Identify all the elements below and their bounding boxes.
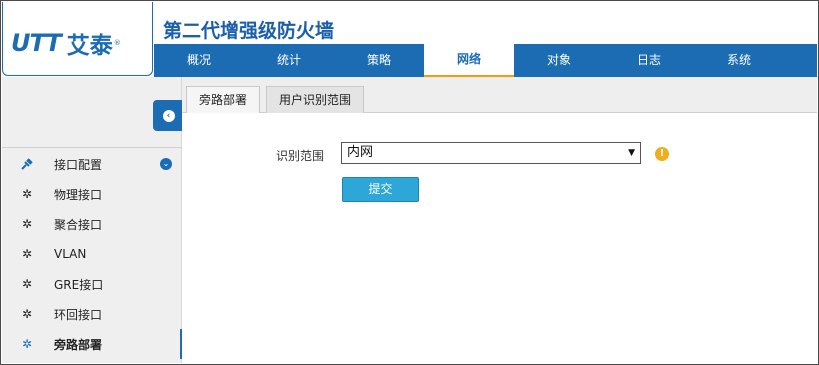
logo-cn: 艾泰 (66, 33, 113, 59)
sidebar-item-vlan[interactable]: ✲ VLAN (2, 239, 182, 269)
sidebar-item-physical-interface[interactable]: ✲ 物理接口 (2, 179, 182, 209)
logo-latin: UTT (11, 29, 62, 57)
sidebar-divider (2, 147, 182, 148)
gear-icon: ✲ (21, 217, 33, 231)
nav-network[interactable]: 网络 (424, 44, 514, 77)
tab-bypass-deployment[interactable]: 旁路部署 (186, 86, 261, 114)
nav-logs[interactable]: 日志 (604, 44, 694, 77)
sidebar-item-bypass-deployment[interactable]: ✲ 旁路部署 (2, 329, 183, 359)
sidebar-item-label: 物理接口 (54, 187, 103, 202)
sidebar-item-label: 环回接口 (54, 307, 103, 322)
range-select-value: 内网 (347, 145, 374, 160)
nav-objects[interactable]: 对象 (514, 44, 604, 77)
plug-icon (20, 157, 34, 171)
app-title: 第二代增强级防火墙 (163, 20, 335, 42)
submit-button[interactable]: 提交 (342, 177, 419, 202)
warning-icon[interactable]: ! (655, 147, 669, 161)
sidebar-item-interface-config[interactable]: 接口配置 ⌄ (2, 149, 182, 179)
range-label: 识别范围 (276, 149, 325, 163)
nav-statistics[interactable]: 统计 (244, 44, 334, 77)
gear-icon: ✲ (21, 247, 33, 261)
dropdown-arrow-icon: ▼ (628, 148, 635, 158)
chevron-down-icon[interactable]: ⌄ (160, 158, 172, 170)
sidebar-item-loopback-interface[interactable]: ✲ 环回接口 (2, 299, 182, 329)
registered-mark: ® (113, 39, 121, 47)
main-content: 识别范围 内网 ▼ ! 提交 (182, 113, 817, 363)
tab-user-identification-range[interactable]: 用户识别范围 (266, 86, 365, 114)
range-select[interactable]: 内网 ▼ (341, 142, 641, 164)
sidebar-item-label: 聚合接口 (54, 217, 103, 232)
brand-logo: UTT 艾泰 ® (2, 2, 153, 76)
nav-overview[interactable]: 概况 (154, 44, 244, 77)
gear-icon: ✲ (21, 337, 33, 351)
sidebar-item-label: GRE接口 (54, 277, 104, 292)
top-nav: 概况 统计 策略 网络 对象 日志 系统 (154, 44, 817, 77)
chevron-left-circle-icon: ‹ (162, 109, 175, 122)
sidebar-collapse-button[interactable]: ‹ (153, 100, 184, 131)
gear-icon: ✲ (21, 277, 33, 291)
gear-icon: ✲ (21, 307, 33, 321)
nav-system[interactable]: 系统 (694, 44, 784, 77)
sidebar-item-label: 接口配置 (54, 157, 103, 172)
gear-icon: ✲ (21, 187, 33, 201)
nav-policy[interactable]: 策略 (334, 44, 424, 77)
tab-bar: 旁路部署 用户识别范围 (182, 77, 817, 114)
sidebar-item-label: 旁路部署 (54, 337, 103, 352)
sidebar: ‹ 接口配置 ⌄ ✲ 物理接口 ✲ 聚合接口 ✲ VLAN ✲ GRE接口 ✲ … (2, 77, 184, 363)
sidebar-item-label: VLAN (54, 247, 87, 261)
sidebar-menu: 接口配置 ⌄ ✲ 物理接口 ✲ 聚合接口 ✲ VLAN ✲ GRE接口 ✲ 环回… (2, 149, 183, 359)
sidebar-item-gre-interface[interactable]: ✲ GRE接口 (2, 269, 182, 299)
sidebar-item-aggregate-interface[interactable]: ✲ 聚合接口 (2, 209, 182, 239)
